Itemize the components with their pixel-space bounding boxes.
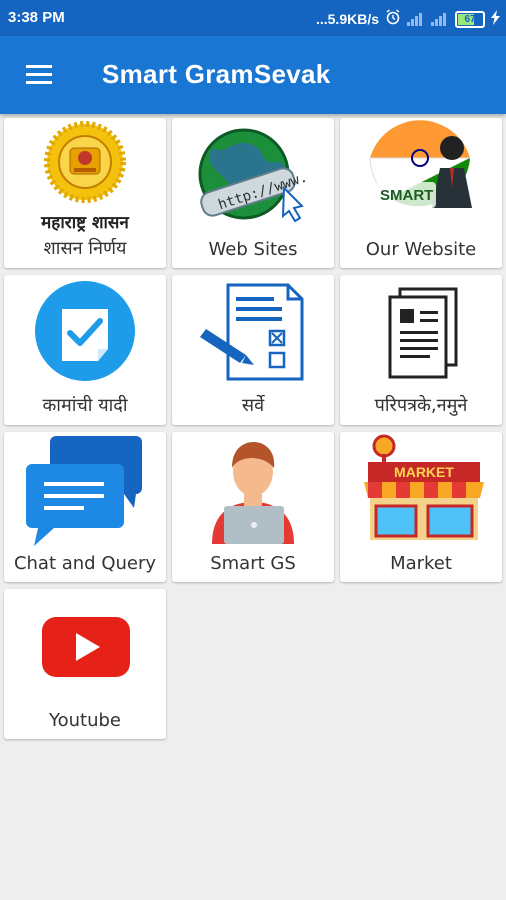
tile-label: Our Website (365, 239, 477, 260)
tile-shasan-nirnay[interactable]: महाराष्ट्र शासन शासन निर्णय (4, 118, 166, 268)
tile-label: Market (390, 553, 452, 574)
tile-web-sites[interactable]: http://www. Web Sites (172, 118, 334, 268)
tile-paripatrake[interactable]: परिपत्रके,नमुने (340, 275, 502, 425)
signal-icon-2 (431, 12, 449, 26)
smart-gramsevak-logo-icon: SMART (369, 120, 472, 208)
tile-market[interactable]: MARKET Market (340, 432, 502, 582)
status-icons: ...5.9KB/s 67 (316, 9, 500, 29)
status-time: 3:38 PM (8, 9, 65, 26)
hamburger-menu-icon[interactable] (22, 58, 58, 94)
market-shop-icon: MARKET (364, 434, 484, 540)
tile-label: Smart GS (210, 553, 296, 574)
signal-icon (407, 12, 425, 26)
globe-www-icon: http://www. (198, 128, 309, 223)
tile-survey[interactable]: सर्वे (172, 275, 334, 425)
tile-label: Youtube (49, 710, 121, 731)
svg-text:MARKET: MARKET (394, 464, 454, 480)
documents-icon (388, 287, 458, 379)
survey-form-icon (200, 283, 304, 381)
tile-youtube[interactable]: Youtube (4, 589, 166, 739)
tile-label: Web Sites (208, 239, 298, 260)
tile-label: परिपत्रके,नमुने (374, 395, 468, 416)
tile-chat-and-query[interactable]: Chat and Query (4, 432, 166, 582)
tile-label: Chat and Query (13, 553, 157, 574)
tile-label: कामांची यादी (42, 395, 128, 416)
tile-label: सर्वे (241, 395, 265, 416)
battery-icon: 67 (455, 10, 485, 28)
checklist-icon (35, 281, 135, 381)
tile-kamanchi-yadi[interactable]: कामांची यादी (4, 275, 166, 425)
charging-icon (491, 9, 500, 29)
youtube-icon (42, 617, 130, 677)
tile-label: शासन निर्णय (43, 238, 127, 259)
app-bar: Smart GramSevak (0, 36, 506, 114)
svg-text:महाराष्ट्र शासन: महाराष्ट्र शासन (40, 213, 129, 233)
chat-bubbles-icon (26, 436, 142, 546)
svg-text:SMART: SMART (380, 187, 433, 204)
person-laptop-icon (212, 442, 294, 544)
maharashtra-emblem-icon: महाराष्ट्र शासन (40, 121, 129, 233)
status-bar: 3:38 PM ...5.9KB/s 67 (0, 0, 506, 36)
alarm-icon (385, 9, 401, 29)
network-speed: ...5.9KB/s (315, 11, 379, 27)
tile-smart-gs[interactable]: Smart GS (172, 432, 334, 582)
app-title: Smart GramSevak (102, 59, 331, 89)
tile-our-website[interactable]: SMART Our Website (340, 118, 502, 268)
